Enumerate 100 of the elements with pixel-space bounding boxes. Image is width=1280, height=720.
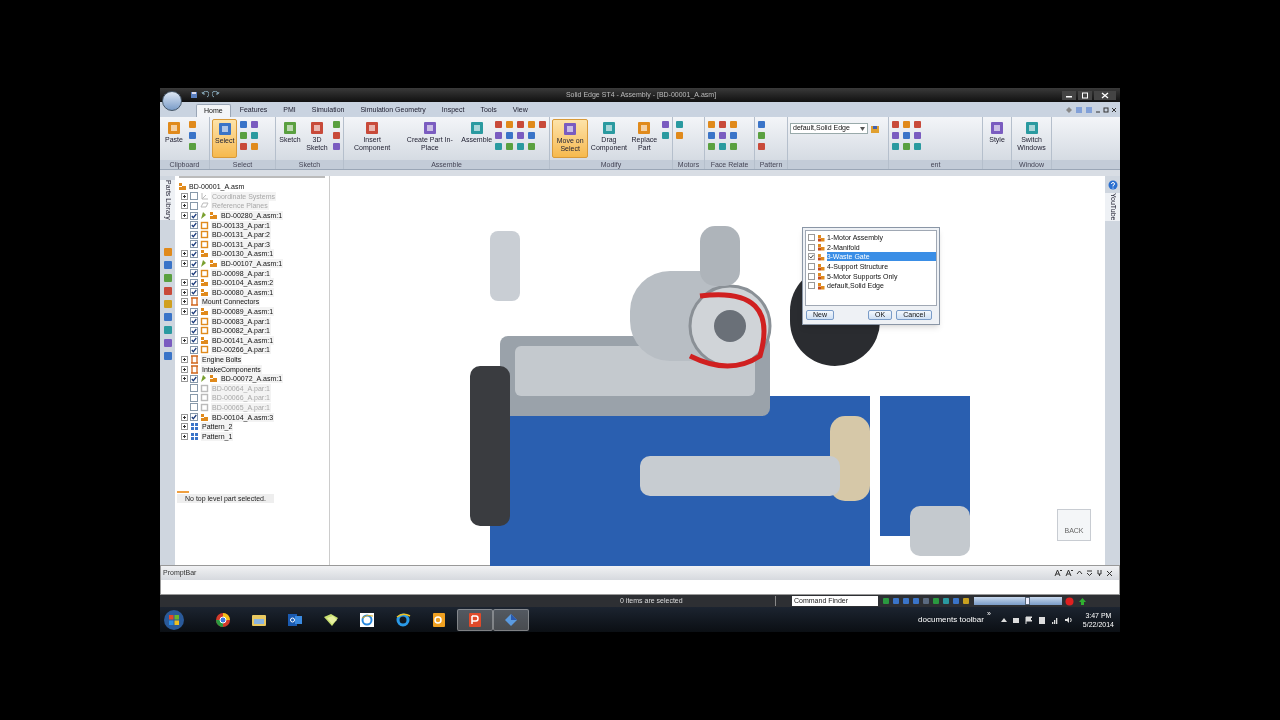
minimize-icon[interactable] (1062, 90, 1076, 100)
start-button-icon[interactable] (163, 608, 185, 631)
volume-icon[interactable] (1063, 615, 1073, 624)
dropdown-icon[interactable] (1086, 569, 1093, 577)
checkbox[interactable] (190, 345, 198, 354)
checkbox[interactable] (808, 243, 815, 251)
zoom-slider[interactable] (974, 597, 1062, 605)
checkbox[interactable] (808, 253, 815, 261)
expand-icon[interactable] (181, 212, 188, 220)
expand-icon[interactable] (181, 413, 188, 421)
tool-icon (216, 121, 233, 137)
browser-icon (215, 611, 231, 628)
checkbox[interactable] (190, 259, 198, 268)
checkbox[interactable] (190, 278, 198, 287)
maximize-icon[interactable] (1078, 90, 1092, 100)
assembly-icon (209, 374, 218, 384)
pattern-icon (190, 431, 199, 441)
plane-icon (200, 201, 209, 211)
expand-icon[interactable] (181, 375, 188, 383)
checkbox[interactable] (808, 263, 815, 271)
checkbox[interactable] (190, 317, 198, 326)
expand-icon[interactable] (181, 365, 188, 373)
up-arrow-icon[interactable] (1078, 596, 1087, 606)
checkbox[interactable] (190, 288, 198, 297)
panel-icon[interactable] (162, 272, 173, 283)
record-icon[interactable] (1065, 596, 1074, 606)
panel-icon[interactable] (162, 259, 173, 270)
font-smaller-icon[interactable] (1065, 569, 1073, 577)
mail-icon (287, 611, 303, 628)
expand-icon[interactable] (181, 336, 188, 344)
show-hidden-icon[interactable] (1000, 616, 1007, 623)
tool-icon (1023, 120, 1040, 136)
restore-icon[interactable] (1103, 106, 1109, 114)
expand-icon[interactable] (181, 250, 188, 258)
expand-icon[interactable] (181, 260, 188, 268)
assembly-icon (200, 335, 209, 345)
tool-icon (468, 120, 485, 136)
pin-icon[interactable] (1096, 569, 1103, 577)
checkbox[interactable] (190, 336, 198, 345)
presentation-icon (467, 611, 483, 628)
cad-app-icon (503, 611, 519, 628)
font-larger-icon[interactable] (1054, 569, 1062, 577)
close-icon[interactable] (1094, 90, 1116, 100)
checkbox[interactable] (190, 211, 198, 220)
web-browser-icon (395, 611, 411, 628)
expand-icon[interactable] (181, 356, 188, 363)
part-icon (200, 268, 209, 278)
caret-icon (860, 126, 865, 131)
panel-icon[interactable] (162, 285, 173, 296)
help-icon[interactable] (1107, 180, 1118, 190)
gem-icon[interactable] (1065, 106, 1073, 114)
close-icon[interactable] (1106, 569, 1113, 577)
expand-icon[interactable] (181, 279, 188, 287)
checkbox[interactable] (190, 413, 198, 422)
group-icon (190, 297, 199, 307)
expand-icon[interactable] (181, 288, 188, 296)
flag-icon[interactable] (1024, 615, 1033, 624)
network-icon[interactable] (1050, 615, 1059, 624)
checkbox[interactable] (190, 374, 198, 383)
expand-icon[interactable] (181, 423, 188, 431)
checkbox[interactable] (190, 221, 198, 230)
panel-icon[interactable] (162, 350, 173, 361)
device-icon[interactable] (1011, 615, 1020, 624)
save-icon[interactable] (190, 91, 198, 99)
close-icon[interactable] (1111, 106, 1117, 114)
expand-icon[interactable] (181, 432, 188, 440)
checkbox[interactable] (190, 269, 198, 278)
checkbox[interactable] (190, 307, 198, 316)
panel-icon[interactable] (162, 311, 173, 322)
panel-icon[interactable] (162, 324, 173, 335)
checkbox[interactable] (190, 230, 198, 239)
assembly-icon (200, 412, 209, 422)
group-icon (190, 355, 199, 364)
document-icon (431, 611, 447, 628)
checkbox[interactable] (808, 234, 815, 242)
checkbox[interactable] (190, 249, 198, 258)
assembly-icon (200, 287, 209, 297)
checkbox[interactable] (808, 272, 815, 280)
tool-icon (421, 120, 438, 136)
tool-icon (166, 120, 182, 136)
checkbox[interactable] (808, 282, 815, 290)
clipboard-icon[interactable] (1037, 615, 1046, 624)
toolbar-label: documents toolbar (918, 613, 984, 626)
app-logo-icon[interactable] (162, 91, 182, 111)
tool-icon (282, 120, 298, 136)
panel-icon[interactable] (162, 337, 173, 348)
undo-icon[interactable] (201, 91, 209, 99)
tool-icon (636, 120, 653, 136)
sticky-notes-icon (323, 611, 339, 628)
expand-icon[interactable] (181, 298, 188, 306)
tool-icon (364, 120, 381, 136)
assembly-icon (178, 182, 187, 192)
taskbar-button[interactable] (457, 608, 493, 631)
checkbox[interactable] (190, 326, 198, 335)
redo-icon[interactable] (212, 91, 220, 99)
expand-icon[interactable] (181, 308, 188, 315)
collapse-icon[interactable] (1076, 569, 1083, 577)
checkbox[interactable] (190, 240, 198, 249)
group-icon (190, 364, 199, 374)
slider-thumb[interactable] (1024, 597, 1030, 605)
